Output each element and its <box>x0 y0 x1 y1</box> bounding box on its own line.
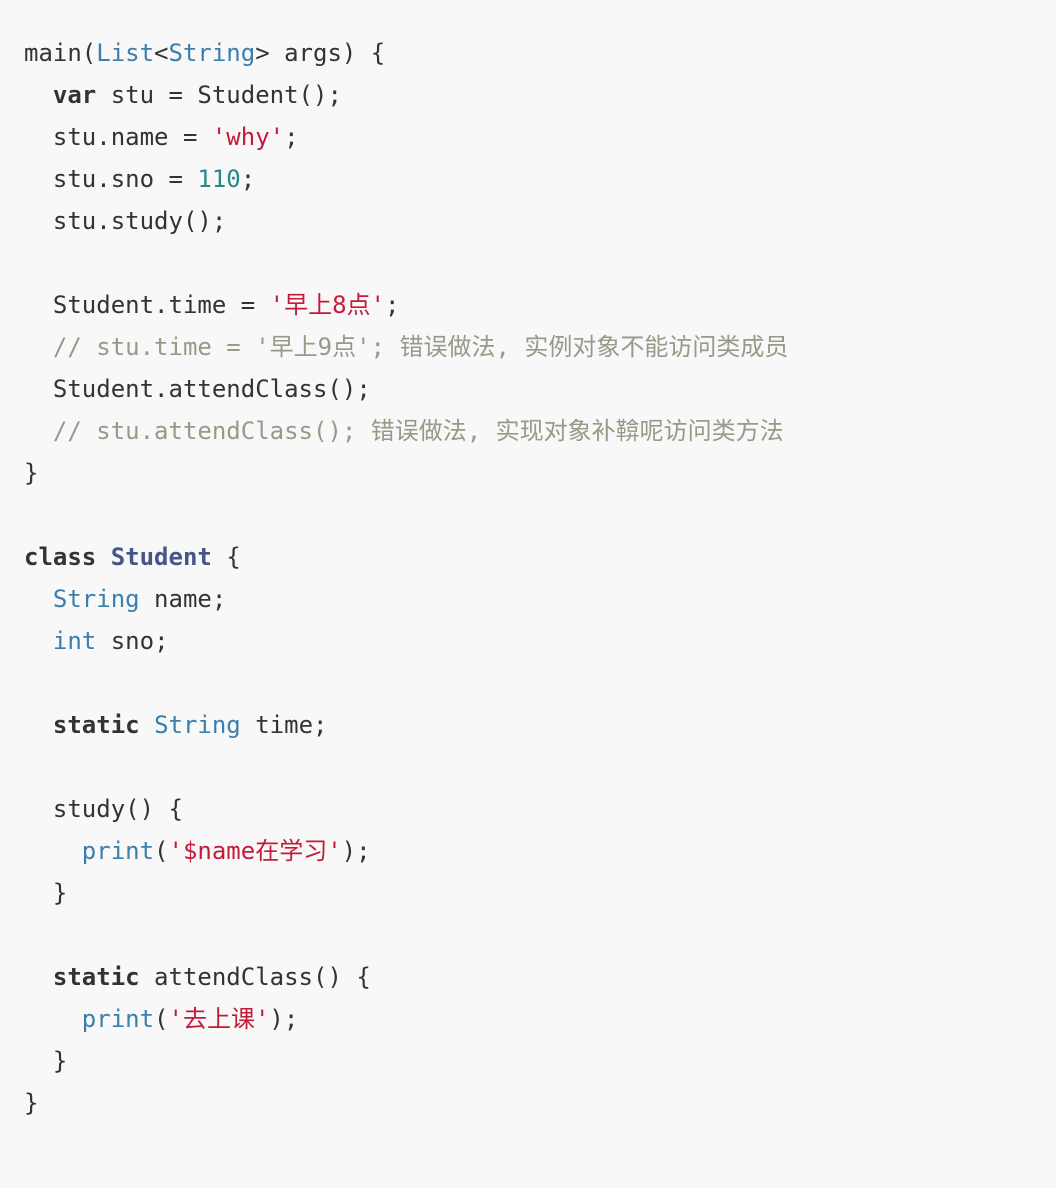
code-text: } <box>24 879 68 907</box>
code-text: ; <box>284 123 299 151</box>
code-text: { <box>211 543 241 571</box>
code-text: } <box>24 1047 68 1075</box>
code-type: print <box>81 1005 155 1033</box>
code-keyword: static <box>52 963 140 991</box>
code-text: main( <box>24 39 97 67</box>
code-line: // stu.time = '早上9点'; 错误做法, 实例对象不能访问类成员 <box>24 326 1056 368</box>
code-line: stu.name = 'why'; <box>24 116 1056 158</box>
code-line: Student.attendClass(); <box>24 368 1056 410</box>
code-text: ( <box>154 1005 169 1033</box>
code-type: int <box>52 627 97 655</box>
code-string: '$name在学习' <box>168 837 342 865</box>
code-line: // stu.attendClass(); 错误做法, 实现对象补鞥呢访问类方法 <box>24 410 1056 452</box>
code-keyword: class <box>24 543 97 571</box>
code-text: stu = Student(); <box>96 81 342 109</box>
code-line: } <box>24 872 1056 914</box>
code-line: print('去上课'); <box>24 998 1056 1040</box>
code-class-name: Student <box>110 543 212 571</box>
code-text: ; <box>240 165 256 193</box>
code-keyword: static <box>52 711 140 739</box>
code-text: study() { <box>24 795 183 823</box>
code-text: } <box>24 1089 39 1117</box>
code-line: class Student { <box>24 536 1056 578</box>
code-text: > args) { <box>255 39 386 67</box>
code-text: attendClass() { <box>139 963 371 991</box>
code-line: Student.time = '早上8点'; <box>24 284 1056 326</box>
code-text: time; <box>240 711 328 739</box>
code-text: ); <box>341 837 371 865</box>
code-text: ); <box>269 1005 299 1033</box>
code-block: main(List<String> args) { var stu = Stud… <box>0 0 1056 1188</box>
code-type: String <box>168 39 256 67</box>
code-text: stu.study(); <box>24 207 227 235</box>
code-text: sno; <box>96 627 169 655</box>
code-line: static String time; <box>24 704 1056 746</box>
code-line: print('$name在学习'); <box>24 830 1056 872</box>
code-type: List <box>96 39 155 67</box>
code-text: stu.sno = <box>24 165 198 193</box>
code-text: < <box>154 39 169 67</box>
code-line: var stu = Student(); <box>24 74 1056 116</box>
code-line: } <box>24 1082 1056 1124</box>
code-line: study() { <box>24 788 1056 830</box>
code-line: stu.study(); <box>24 200 1056 242</box>
code-number: 110 <box>197 165 241 193</box>
code-line: stu.sno = 110; <box>24 158 1056 200</box>
code-line: } <box>24 452 1056 494</box>
code-line: static attendClass() { <box>24 956 1056 998</box>
code-string: '去上课' <box>168 1005 270 1033</box>
code-line: main(List<String> args) { <box>24 32 1056 74</box>
code-string: '早上8点' <box>269 291 385 319</box>
code-text: stu.name = <box>24 123 212 151</box>
code-line: } <box>24 1040 1056 1082</box>
code-text: name; <box>139 585 227 613</box>
code-string: 'why' <box>211 123 285 151</box>
code-type: String <box>52 585 140 613</box>
code-text: ; <box>385 291 400 319</box>
code-text: ( <box>154 837 169 865</box>
code-type: print <box>81 837 155 865</box>
code-text: } <box>24 459 39 487</box>
code-text: Student.time = <box>24 291 270 319</box>
code-comment: // stu.attendClass(); 错误做法, 实现对象补鞥呢访问类方法 <box>52 417 784 445</box>
code-keyword: var <box>52 81 97 109</box>
code-text: Student.attendClass(); <box>24 375 371 403</box>
code-comment: // stu.time = '早上9点'; 错误做法, 实例对象不能访问类成员 <box>52 333 789 361</box>
code-line: String name; <box>24 578 1056 620</box>
code-type: String <box>154 711 241 739</box>
code-line: int sno; <box>24 620 1056 662</box>
